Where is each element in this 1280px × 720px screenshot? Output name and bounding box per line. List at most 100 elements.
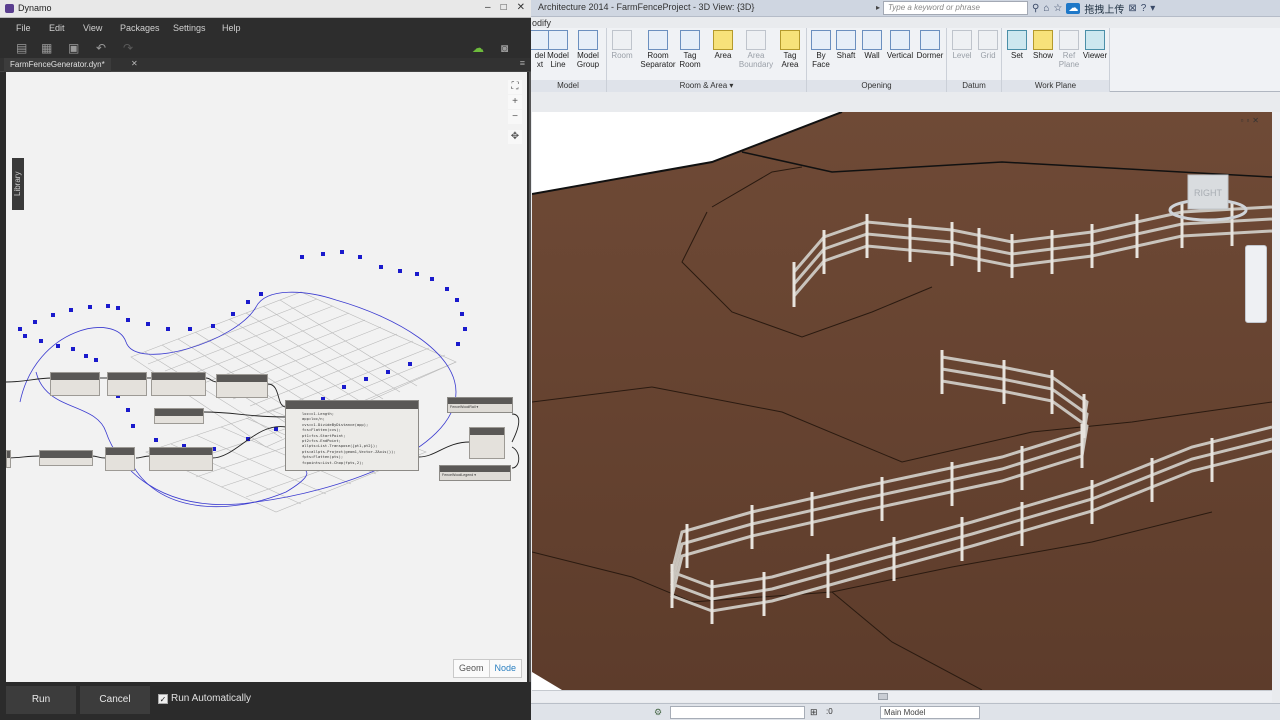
dormer-tool[interactable]: Dormer [914,30,946,60]
family-types-node[interactable]: FenceWoodRail ▾ [447,397,513,413]
design-option-dropdown[interactable]: Main Model [880,706,980,719]
room-separator-tool[interactable]: Room Separator [638,30,678,69]
wall-opening-icon [862,30,882,50]
cancel-button[interactable]: Cancel [80,686,150,714]
panel-label[interactable]: Room & Area ▾ [607,80,806,92]
graph-node[interactable] [154,408,204,424]
tag-room-tool[interactable]: Tag Room [674,30,706,69]
pan-icon[interactable]: ✥ [508,130,522,144]
revit-title-tools: ⚲ ⌂ ☆ ☁ 拖拽上传 ⊠ ? ▾ [1032,0,1155,17]
dynamo-menubar: File Edit View Packages Settings Help [0,18,531,38]
graph-node[interactable] [151,372,206,396]
help-icon[interactable]: ? [1141,3,1147,14]
subscription-icon[interactable]: ⌂ [1043,3,1049,14]
node-view-button[interactable]: Node [488,660,522,677]
minimize-icon[interactable]: – [485,2,491,13]
tag-room-icon [680,30,700,50]
menu-packages[interactable]: Packages [120,23,160,33]
graph-node[interactable] [149,447,213,471]
vertical-scrollbar[interactable] [1272,112,1280,690]
viewcube[interactable]: RIGHT [1168,170,1248,225]
family-types-node[interactable]: FenceWoodLegend ▾ [439,465,511,481]
level-icon [952,30,972,50]
horizontal-scrollbar[interactable] [532,690,1272,702]
graph-node[interactable] [216,374,268,398]
scroll-thumb[interactable] [878,693,888,700]
run-automatically-checkbox[interactable]: ✓ [158,694,168,704]
grid-tool[interactable]: Grid [972,30,1004,60]
screenshot-camera-icon[interactable]: ◙ [501,41,508,55]
area-boundary-tool[interactable]: Area Boundary [736,30,776,69]
tool-label: Vertical [886,51,914,60]
set-workplane-icon [1007,30,1027,50]
dynamo-app-icon [5,4,14,13]
upload-label[interactable]: 拖拽上传 [1084,1,1124,16]
cloud-icon[interactable]: ☁ [1066,3,1081,14]
model-group-tool[interactable]: Model Group [572,30,604,69]
close-icon[interactable]: ✕ [517,2,525,13]
menu-view[interactable]: View [83,23,102,33]
area-tool[interactable]: Area [707,30,739,60]
room-tool[interactable]: Room [606,30,638,60]
new-file-icon[interactable]: ▤ [16,41,27,55]
zoom-out-icon[interactable]: − [508,110,522,124]
geom-view-button[interactable]: Geom [454,660,489,677]
tool-label: Level [952,51,972,60]
revit-search-input[interactable]: Type a keyword or phrase [883,1,1028,15]
worksets-icon[interactable]: ⚙ [654,707,662,718]
viewer-tool[interactable]: Viewer [1079,30,1111,60]
revit-3d-view[interactable]: ▫▫✕ [532,112,1272,690]
graph-node[interactable] [39,450,93,466]
graph-node[interactable] [50,372,100,396]
tool-label: Wall [864,51,880,60]
run-button[interactable]: Run [6,686,76,714]
zoom-fit-icon[interactable]: ⛶ [508,80,522,94]
binoculars-icon[interactable]: ⚲ [1032,3,1039,14]
code-block-text[interactable]: loc=c1.Length; app=loc/n; cvs=c1.DivideB… [286,409,418,465]
family-type-dropdown[interactable]: FenceWoodLegend ▾ [440,472,510,478]
graph-node[interactable] [107,372,147,396]
graph-node[interactable] [469,427,505,459]
code-block-node[interactable]: loc=c1.Length; app=loc/n; cvs=c1.DivideB… [285,400,419,471]
viewcube-face-label: RIGHT [1194,188,1223,198]
modify-tab[interactable]: odify [532,18,551,28]
tab-menu-icon[interactable]: ≡ [520,58,525,68]
editable-only-icon[interactable]: ⊞ [810,707,818,718]
revit-titlebar: Architecture 2014 - FarmFenceProject - 3… [530,0,1280,17]
redo-icon[interactable]: ↷ [123,41,133,55]
show-workplane-icon [1033,30,1053,50]
room-separator-icon [648,30,668,50]
graph-node[interactable] [6,450,11,468]
maximize-icon[interactable]: □ [501,2,507,13]
dynamo-workspace[interactable]: Library loc=c1.Length; app=loc/n; cvs=c1… [6,72,527,682]
search-arrow-icon[interactable]: ▸ [876,3,880,12]
save-icon[interactable]: ▣ [68,41,79,55]
menu-settings[interactable]: Settings [173,23,206,33]
model-line-tool[interactable]: Model Line [542,30,574,69]
view-window-controls[interactable]: ▫▫✕ [1241,116,1262,125]
tab-farmfencegenerator[interactable]: FarmFenceGenerator.dyn* [4,58,111,72]
undo-icon[interactable]: ↶ [96,41,106,55]
menu-file[interactable]: File [16,23,31,33]
navigation-bar[interactable] [1245,245,1267,323]
tab-close-icon[interactable]: ✕ [131,59,138,68]
star-icon[interactable]: ☆ [1053,3,1062,14]
tag-area-tool[interactable]: Tag Area [774,30,806,69]
zoom-in-icon[interactable]: + [508,95,522,109]
workset-dropdown[interactable] [670,706,805,719]
tool-label: Tag Room [679,51,701,69]
help-dropdown-icon[interactable]: ▾ [1150,3,1155,14]
library-toggle[interactable]: Library [12,158,24,210]
update-cloud-icon[interactable]: ☁ [472,41,484,55]
tool-label: Grid [980,51,996,60]
terrain-with-fences [532,112,1272,690]
vertical-tool[interactable]: Vertical [884,30,916,60]
menu-help[interactable]: Help [222,23,241,33]
family-type-dropdown[interactable]: FenceWoodRail ▾ [448,404,512,410]
exchange-icon[interactable]: ⊠ [1128,3,1136,14]
tool-label: Shaft [836,51,856,60]
graph-node[interactable] [105,447,135,471]
menu-edit[interactable]: Edit [49,23,65,33]
tag-area-icon [780,30,800,50]
open-file-icon[interactable]: ▦ [41,41,52,55]
